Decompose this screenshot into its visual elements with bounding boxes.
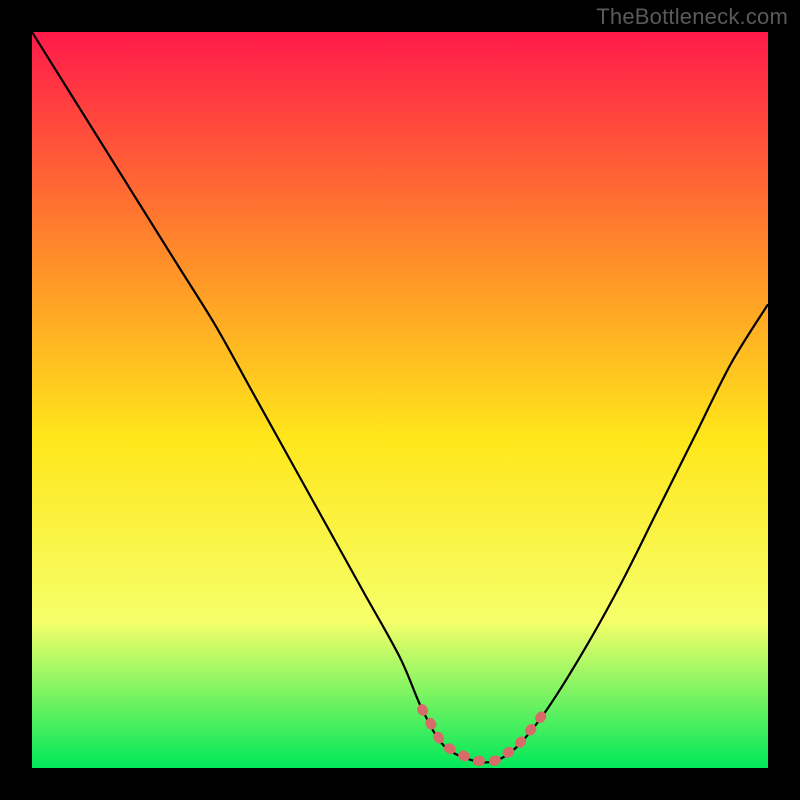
watermark-text: TheBottleneck.com <box>596 4 788 30</box>
optimal-range-marker <box>422 709 547 761</box>
plot-area <box>32 32 768 768</box>
bottleneck-curve <box>32 32 768 762</box>
curve-layer <box>32 32 768 768</box>
chart-frame: TheBottleneck.com <box>0 0 800 800</box>
